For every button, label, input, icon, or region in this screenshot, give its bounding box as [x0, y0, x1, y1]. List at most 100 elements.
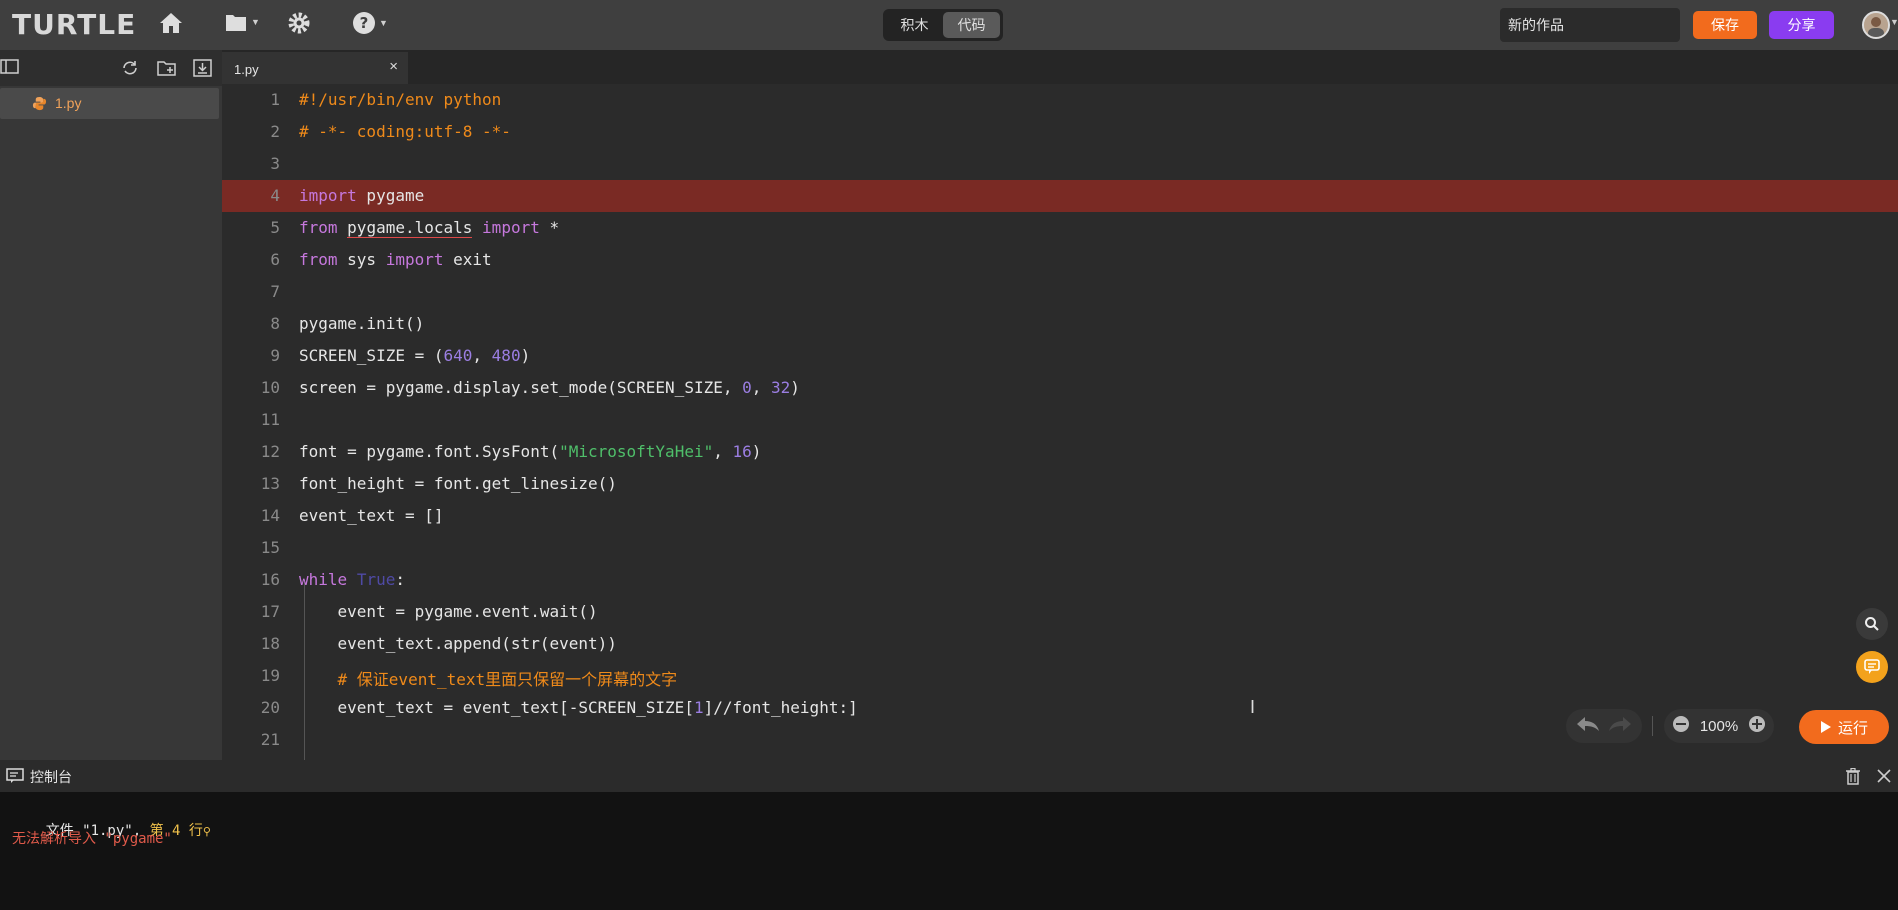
code-line: 1 #!/usr/bin/env python	[222, 84, 1898, 116]
code-token: )	[751, 442, 762, 461]
undo-icon	[1577, 716, 1599, 731]
redo-button[interactable]	[1607, 715, 1633, 738]
python-icon	[32, 96, 47, 116]
line-number: 16	[260, 570, 280, 589]
run-button[interactable]: 运行	[1799, 710, 1889, 744]
code-line: 20 event_text = event_text[-SCREEN_SIZE[…	[222, 692, 1898, 724]
code-text: event = pygame.event.wait()	[299, 602, 598, 621]
code-token: font = pygame.font.SysFont(	[299, 442, 560, 461]
code-text: event_text = event_text[-SCREEN_SIZE[1]/…	[299, 698, 858, 717]
code-text: from pygame.locals import *	[299, 218, 559, 238]
code-token: ,	[751, 378, 772, 397]
chat-button[interactable]	[1856, 651, 1888, 683]
code-line: 16 while True:	[222, 564, 1898, 596]
close-console-button[interactable]	[1876, 768, 1892, 789]
avatar[interactable]	[1862, 11, 1890, 39]
code-mode-button[interactable]: 代码	[943, 12, 1000, 38]
file-item-1py[interactable]: 1.py	[0, 88, 219, 119]
magnifier-icon: ⚲	[202, 825, 211, 838]
line-number: 11	[260, 410, 280, 429]
line-number: 17	[260, 602, 280, 621]
zoom-in-button[interactable]	[1748, 715, 1766, 737]
line-number: 4	[270, 186, 280, 205]
code-token: ]//font_height:]	[703, 698, 858, 717]
sidebar-toggle-icon[interactable]	[0, 58, 20, 81]
code-area[interactable]: 1 #!/usr/bin/env python 2 # -*- coding:utf…	[222, 84, 1898, 760]
number-literal: 480	[491, 346, 521, 365]
redo-icon	[1609, 716, 1631, 731]
keyword: from	[299, 250, 338, 269]
line-number: 5	[270, 218, 280, 237]
line-number: 19	[260, 666, 280, 685]
gear-icon	[288, 12, 310, 34]
code-token: ,	[713, 442, 733, 461]
editor-tab-bar: 1.py ×	[222, 50, 1898, 84]
mode-toggle: 积木 代码	[883, 9, 1003, 41]
download-icon[interactable]	[193, 59, 213, 82]
number-literal: 0	[742, 378, 752, 397]
file-item-label: 1.py	[55, 95, 82, 111]
file-menu-button[interactable]: ▼	[224, 11, 260, 33]
search-icon	[1865, 617, 1879, 631]
home-button[interactable]	[158, 11, 184, 35]
zoom-control: 100%	[1664, 709, 1774, 743]
clear-console-button[interactable]	[1845, 767, 1861, 790]
console-title: 控制台	[30, 769, 72, 785]
refresh-icon[interactable]	[120, 59, 140, 82]
blocks-mode-button[interactable]: 积木	[886, 12, 943, 38]
number-literal: 32	[771, 378, 791, 397]
close-icon[interactable]: ×	[389, 58, 398, 75]
line-number: 1	[270, 90, 280, 109]
undo-button[interactable]	[1575, 715, 1601, 738]
plus-icon	[1749, 716, 1765, 732]
number-literal: 1	[693, 698, 704, 717]
keyword: import	[299, 186, 357, 205]
sidebar-toolbar	[0, 50, 222, 86]
save-button[interactable]: 保存	[1693, 11, 1757, 39]
code-token: )	[520, 346, 531, 365]
file-sidebar: 1.py	[0, 50, 222, 760]
chevron-down-icon: ▼	[379, 18, 388, 28]
close-icon	[1877, 769, 1891, 783]
zoom-out-button[interactable]	[1672, 715, 1690, 737]
code-line: 2 # -*- coding:utf-8 -*-	[222, 116, 1898, 148]
code-text: pygame.init()	[299, 314, 425, 333]
line-number: 12	[260, 442, 280, 461]
code-line: 9 SCREEN_SIZE = (640, 480)	[222, 340, 1898, 372]
code-token: sys	[337, 250, 386, 269]
code-line: 11	[222, 404, 1898, 436]
code-token: event_text = event_text[-SCREEN_SIZE[	[299, 698, 694, 717]
user-avatar-icon	[1864, 13, 1888, 37]
line-number: 13	[260, 474, 280, 493]
trash-icon	[1846, 767, 1860, 785]
code-line-error: 4 import pygame	[222, 180, 1898, 212]
keyword: import	[482, 218, 540, 237]
code-token: exit	[443, 250, 492, 269]
line-number: 21	[260, 730, 280, 749]
tab-1py[interactable]: 1.py ×	[222, 52, 408, 84]
code-line: 10 screen = pygame.display.set_mode(SCREE…	[222, 372, 1898, 404]
string-literal: "MicrosoftYaHei"	[559, 442, 714, 461]
line-number: 20	[260, 698, 280, 717]
home-icon	[160, 13, 182, 33]
code-line: 7	[222, 276, 1898, 308]
search-button[interactable]	[1856, 608, 1888, 640]
minus-icon	[1673, 716, 1689, 732]
line-number: 10	[260, 378, 280, 397]
code-line: 3	[222, 148, 1898, 180]
code-text: event_text.append(str(event))	[299, 634, 617, 653]
code-line: 13 font_height = font.get_linesize()	[222, 468, 1898, 500]
code-line: 17 event = pygame.event.wait()	[222, 596, 1898, 628]
keyword: from	[299, 218, 338, 237]
code-text: from sys import exit	[299, 250, 492, 269]
code-text: SCREEN_SIZE = (640, 480)	[299, 346, 530, 365]
settings-button[interactable]	[287, 11, 311, 35]
chevron-down-icon: ▼	[251, 17, 260, 27]
new-folder-icon[interactable]	[157, 59, 177, 82]
project-title-input[interactable]	[1500, 8, 1680, 42]
help-menu-button[interactable]: ? ▼	[352, 11, 388, 35]
line-number: 9	[270, 346, 280, 365]
keyword: while	[299, 570, 348, 589]
share-button[interactable]: 分享	[1769, 11, 1834, 39]
code-editor: 1.py × 1 #!/usr/bin/env python 2 # -*- cod…	[222, 50, 1898, 760]
